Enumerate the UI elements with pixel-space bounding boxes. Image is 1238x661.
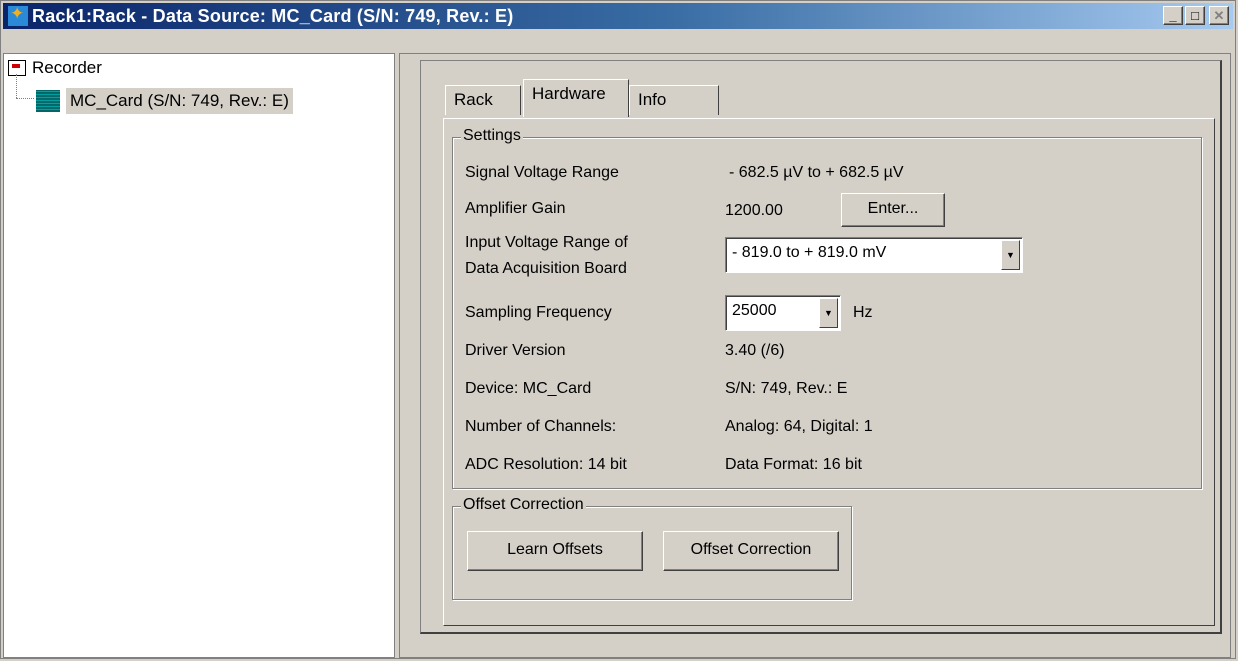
hardware-tab-panel: Settings Signal Voltage Range - 682.5 µV… — [443, 118, 1215, 626]
properties-panel: Rack Hardware Info Settings Signal Volta… — [399, 53, 1231, 658]
channels-label: Number of Channels: — [465, 418, 617, 435]
sampling-frequency-unit: Hz — [853, 304, 873, 321]
tree-connector — [16, 98, 34, 100]
maximize-button[interactable]: □ — [1185, 6, 1205, 25]
window-title: Rack1:Rack - Data Source: MC_Card (S/N: … — [32, 5, 514, 26]
tab-info[interactable]: Info — [629, 85, 719, 115]
close-button[interactable]: ✕ — [1209, 6, 1229, 25]
tab-rack[interactable]: Rack — [445, 85, 521, 115]
amplifier-gain-value: 1200.00 — [725, 202, 783, 219]
device-value: S/N: 749, Rev.: E — [725, 380, 848, 397]
offset-correction-button-label: Offset Correction — [690, 541, 812, 558]
learn-offsets-button[interactable]: Learn Offsets — [467, 531, 643, 571]
driver-version-value: 3.40 (/6) — [725, 342, 785, 359]
adc-resolution-label: ADC Resolution: 14 bit — [465, 456, 627, 473]
properties-frame: Rack Hardware Info Settings Signal Volta… — [420, 60, 1222, 634]
offset-correction-legend: Offset Correction — [461, 496, 586, 514]
device-label: Device: MC_Card — [465, 380, 592, 397]
tab-hardware[interactable]: Hardware — [523, 79, 629, 117]
sampling-frequency-label: Sampling Frequency — [465, 304, 612, 321]
input-voltage-range-select[interactable]: - 819.0 to + 819.0 mV ▼ — [725, 237, 1023, 273]
chevron-down-icon[interactable]: ▼ — [1001, 240, 1020, 270]
driver-version-label: Driver Version — [465, 342, 566, 359]
window-controls: _ □ ✕ — [1163, 6, 1229, 25]
sampling-frequency-select[interactable]: 25000 ▼ — [725, 295, 841, 331]
tab-info-label: Info — [638, 90, 667, 109]
card-icon — [36, 90, 60, 112]
tab-rack-label: Rack — [454, 90, 493, 109]
minimize-button[interactable]: _ — [1163, 6, 1183, 25]
tree-item-recorder-label: Recorder — [32, 58, 102, 77]
signal-voltage-range-value: - 682.5 µV to + 682.5 µV — [729, 164, 904, 181]
settings-group: Settings Signal Voltage Range - 682.5 µV… — [452, 127, 1202, 489]
offset-correction-button[interactable]: Offset Correction — [663, 531, 839, 571]
tree-item-recorder[interactable]: Recorder — [8, 58, 102, 78]
input-voltage-range-label-2: Data Acquisition Board — [465, 260, 627, 277]
settings-legend: Settings — [461, 127, 523, 145]
signal-voltage-range-label: Signal Voltage Range — [465, 164, 619, 181]
tree-item-mc-card-label: MC_Card (S/N: 749, Rev.: E) — [66, 88, 293, 114]
device-tree[interactable]: Recorder MC_Card (S/N: 749, Rev.: E) — [3, 53, 395, 658]
title-bar[interactable]: Rack1:Rack - Data Source: MC_Card (S/N: … — [3, 3, 1233, 29]
learn-offsets-button-label: Learn Offsets — [507, 541, 603, 558]
amplifier-gain-label: Amplifier Gain — [465, 200, 566, 217]
enter-gain-button[interactable]: Enter... — [841, 193, 945, 227]
main-window: Rack1:Rack - Data Source: MC_Card (S/N: … — [0, 0, 1236, 659]
tree-connector — [16, 74, 18, 98]
input-voltage-range-selected: - 819.0 to + 819.0 mV — [732, 244, 887, 261]
chevron-down-icon[interactable]: ▼ — [819, 298, 838, 328]
channels-value: Analog: 64, Digital: 1 — [725, 418, 873, 435]
data-format-value: Data Format: 16 bit — [725, 456, 862, 473]
input-voltage-range-label-1: Input Voltage Range of — [465, 234, 628, 251]
offset-correction-group: Offset Correction Learn Offsets Offset C… — [452, 496, 852, 600]
enter-gain-button-label: Enter... — [867, 200, 919, 217]
sampling-frequency-selected: 25000 — [732, 302, 777, 319]
app-icon — [8, 4, 28, 26]
tree-item-mc-card[interactable]: MC_Card (S/N: 749, Rev.: E) — [36, 88, 293, 114]
tab-hardware-label: Hardware — [532, 84, 606, 103]
